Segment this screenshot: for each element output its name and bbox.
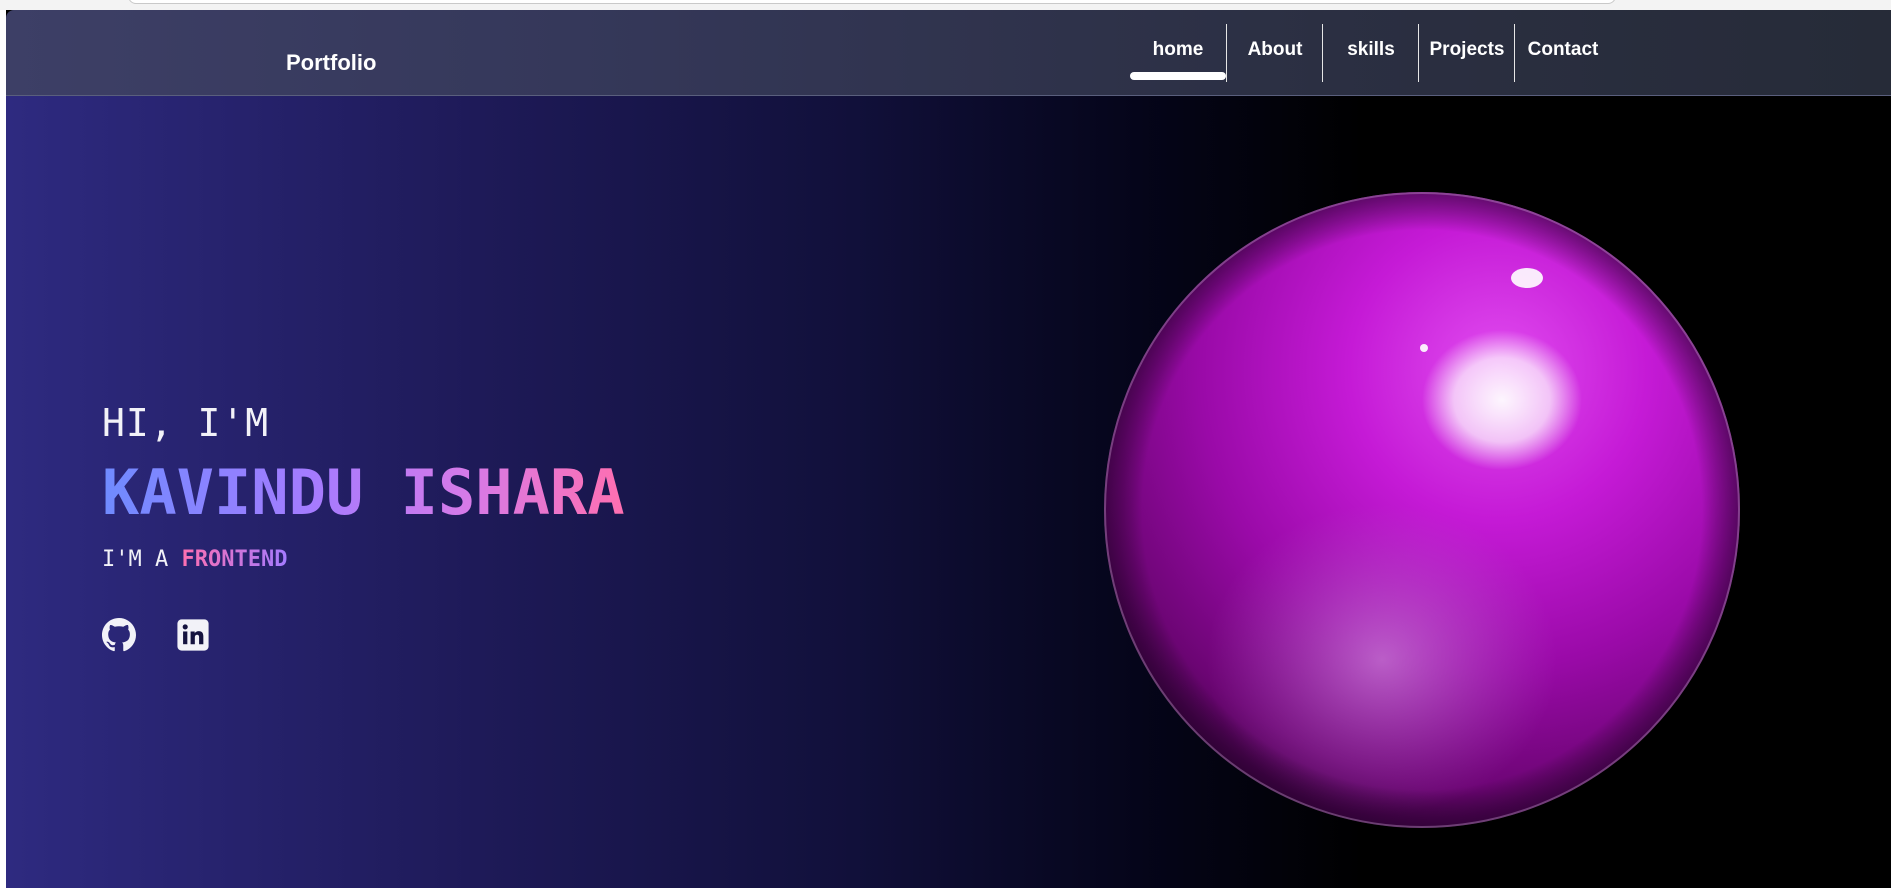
nav-item-about[interactable]: About [1227,24,1323,82]
hero-role-prefix: I'M A [102,547,169,572]
hero-name: KAVINDU ISHARA [102,456,625,529]
hero-role-line: I'M A FRONTEND [102,547,287,572]
nav-item-label: skills [1347,39,1395,60]
nav-item-skills[interactable]: skills [1323,24,1419,82]
nav-item-projects[interactable]: Projects [1419,24,1515,82]
nav-item-contact[interactable]: Contact [1515,24,1611,82]
hero-section: HI, I'M KAVINDU ISHARA I'M A FRONTEND [6,96,1891,888]
hero-3d-sphere[interactable] [1102,190,1742,830]
github-link[interactable] [102,618,136,652]
hero-role: FRONTEND [181,547,288,572]
hero-greeting: HI, I'M [102,401,270,445]
brand-logo[interactable]: Portfolio [286,50,376,76]
linkedin-link[interactable] [176,618,210,652]
nav-item-label: home [1152,39,1204,60]
nav-item-label: Projects [1429,39,1505,60]
address-bar[interactable] [128,0,1616,4]
linkedin-icon [177,619,209,651]
github-icon [102,618,136,652]
nav-item-label: Contact [1527,39,1599,60]
navbar: Portfolio home About skills Projects Con… [6,10,1891,96]
browser-top-strip [0,0,1891,10]
active-nav-underline [1130,72,1226,80]
sphere-graphic [1104,192,1740,828]
nav-item-label: About [1247,39,1303,60]
portfolio-page: Portfolio home About skills Projects Con… [6,10,1891,888]
